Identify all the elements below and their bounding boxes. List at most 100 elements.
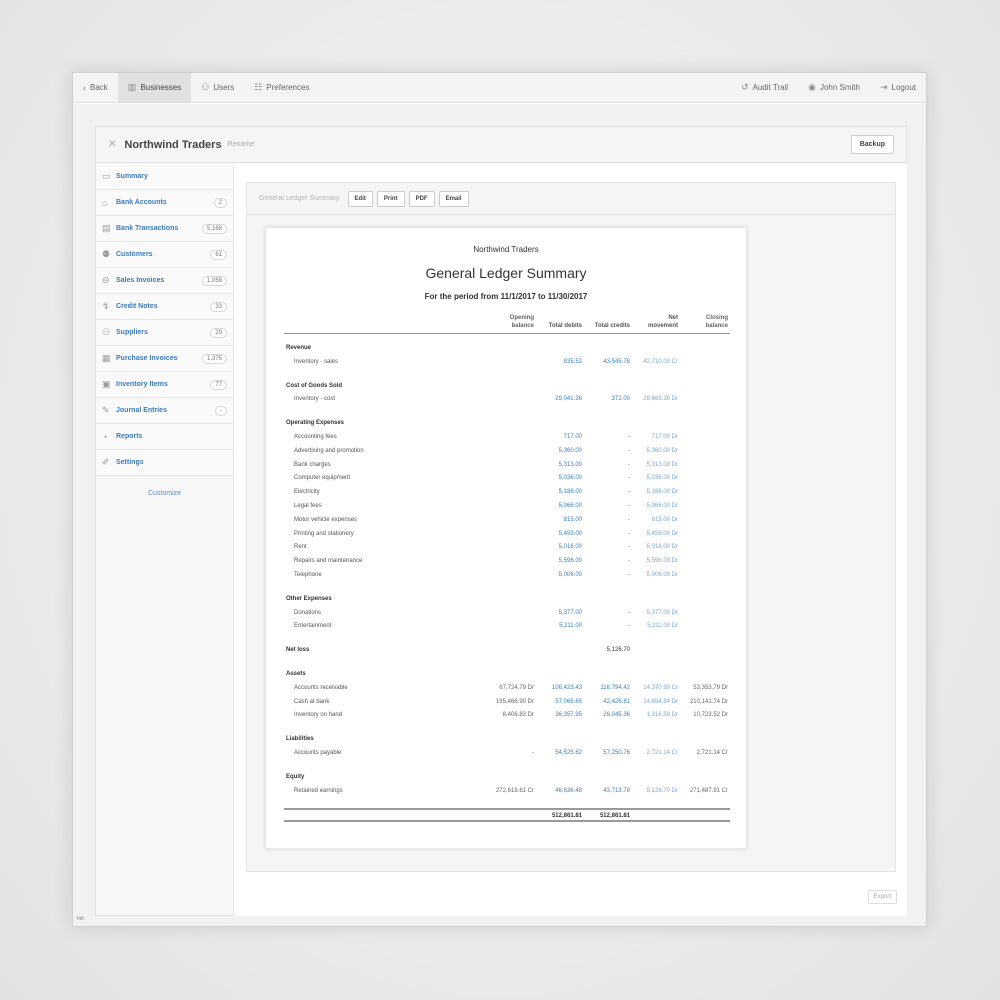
cell-credits[interactable]: 372.00 [612,396,630,402]
sidebar-item-bank-accounts[interactable]: ⌂ Bank Accounts 2 [96,190,233,216]
cell-debits[interactable]: 835.52 [564,359,582,365]
row-label: Cost of Goods Sold [286,382,342,389]
nav-users[interactable]: ⚇ Users [191,73,244,102]
nav-businesses[interactable]: ▥ Businesses [117,73,192,102]
cell-net[interactable]: 14,370.99 Cr [643,685,678,691]
cell-debits[interactable]: 29,041.36 [555,396,582,402]
sidebar-item-inventory-items[interactable]: ▣ Inventory Items 77 [96,372,233,398]
sidebar-item-journal-entries[interactable]: ✎ Journal Entries - [96,398,233,424]
cell-net[interactable]: 5,211.00 Dr [647,623,678,629]
table-row: Retained earnings 272,618.61 Cr 46,636.48 4… [284,785,730,799]
cell-debits[interactable]: 815.00 [564,517,582,523]
cell-debits[interactable]: 5,006.00 [559,572,582,578]
report-container: General Ledger Summary Edit Print PDF Em… [246,182,896,872]
cell-debits[interactable]: 5,211.00 [559,623,582,629]
table-row: Computer equipment 5,036.00 - 5,036.00 Dr [284,472,730,486]
cell-credits: - [628,609,630,616]
cell-net[interactable]: 5,459.00 Dr [647,531,678,537]
cell-debits[interactable]: 36,357.95 [555,712,582,718]
count-badge: 29 [210,327,227,338]
rename-link[interactable]: Rename [228,141,254,148]
cell-credits[interactable]: 43,713.78 [603,788,630,794]
nav-preferences[interactable]: ☷ Preferences [244,73,319,102]
cell-credits[interactable]: 43,545.78 [603,359,630,365]
backup-button[interactable]: Backup [850,135,894,154]
row-spacer [284,723,730,733]
table-row: Cash at bank 195,466.90 Dr 57,065.65 42,426… [284,696,730,710]
cell-debits[interactable]: 106,423.43 [552,685,582,691]
close-icon[interactable]: ✕ [108,139,116,150]
cell-debits[interactable]: 5,459.00 [559,531,582,537]
cell-net[interactable]: 5,016.00 Dr [647,544,678,550]
cell-debits[interactable]: 717.00 [564,434,582,440]
cell-debits[interactable]: 5,066.00 [559,503,582,509]
cell-net[interactable]: 5,126.70 Dr [647,788,678,794]
cell-net[interactable]: 14,654.84 Dr [643,699,678,705]
cell-net[interactable]: 5,313.00 Dr [647,462,678,468]
cell-credits: - [628,544,630,551]
email-button[interactable]: Email [438,190,469,207]
cell-debits[interactable]: 5,360.00 [559,448,582,454]
nav-back[interactable]: ‹ Back [73,73,118,102]
cell-debits[interactable]: 54,525.62 [555,750,582,756]
report-org: Northwind Traders [473,245,539,254]
cell-net[interactable]: 2,721.14 Cr [647,750,678,756]
nav-user-label: John Smith [819,83,860,92]
col-debits: Total debits [548,323,582,329]
cell-net[interactable]: 5,360.00 Dr [647,448,678,454]
cell-debits[interactable]: 5,377.00 [559,610,582,616]
cell-credits[interactable]: 57,250.76 [603,750,630,756]
preferences-icon: ☷ [254,82,263,92]
cell-debits[interactable]: 5,186.00 [559,489,582,495]
cell-net[interactable]: 5,036.00 Dr [647,475,678,481]
cell-net[interactable]: 28,669.36 Dr [643,396,678,402]
nav-logout[interactable]: ⇥ Logout [870,73,926,102]
cell-closing: 2,721.14 Cr [696,749,728,756]
cell-credits[interactable]: 116,794.42 [600,685,630,691]
table-row: Legal fees 5,066.00 - 5,066.00 Dr [284,500,730,514]
cell-credits[interactable]: 26,045.36 [603,712,630,718]
cell-debits[interactable]: 5,313.00 [559,462,582,468]
cell-debits[interactable]: 5,596.00 [559,558,582,564]
cell-debits[interactable]: 46,636.48 [555,788,582,794]
row-label: Accounting fees [294,433,337,440]
sidebar-item-summary[interactable]: ▭ Summary [96,164,233,190]
cell-credits[interactable]: 42,426.81 [603,699,630,705]
cell-debits[interactable]: 57,065.65 [555,699,582,705]
cell-net[interactable]: 815.00 Dr [652,517,678,523]
table-row: Printing and stationery 5,459.00 - 5,459.00… [284,528,730,542]
print-button[interactable]: Print [376,190,405,207]
customize-link[interactable]: Customize [96,490,233,497]
history-icon: ↺ [740,82,749,92]
row-spacer [284,370,730,380]
nav-audit-trail[interactable]: ↺ Audit Trail [731,73,798,102]
cell-debits[interactable]: 5,036.00 [559,475,582,481]
cell-closing: 10,723.52 Dr [693,712,728,719]
sidebar-item-suppliers[interactable]: ⚇ Suppliers 29 [96,320,233,346]
export-button[interactable]: Export [867,890,897,904]
cell-credits: 512,861.81 [599,813,630,820]
sidebar-item-sales-invoices[interactable]: ⊖ Sales Invoices 1,058 [96,268,233,294]
cell-net[interactable]: 5,186.00 Dr [647,489,678,495]
cell-net[interactable]: 5,006.00 Dr [647,572,678,578]
row-label: Accounts payable [294,749,342,756]
main-area: General Ledger Summary Edit Print PDF Em… [233,164,907,916]
cell-net[interactable]: 1,316.59 Dr [647,712,678,718]
sidebar-item-purchase-invoices[interactable]: ▦ Purchase Invoices 1,375 [96,346,233,372]
nav-user[interactable]: ◉ John Smith [798,73,870,102]
cell-net[interactable]: 717.00 Dr [652,434,678,440]
cell-net[interactable]: 5,066.00 Dr [647,503,678,509]
cell-net[interactable]: 5,596.00 Dr [647,558,678,564]
sidebar-item-customers[interactable]: ⚉ Customers 61 [96,242,233,268]
cell-net[interactable]: 5,377.00 Dr [647,610,678,616]
cell-net[interactable]: 42,710.00 Cr [643,359,678,365]
sidebar-item-reports[interactable]: ◔ Reports [96,424,233,450]
edit-button[interactable]: Edit [347,190,373,207]
cell-closing: 271,487.91 Cr [689,787,728,794]
sidebar-item-credit-notes[interactable]: ↯ Credit Notes 33 [96,294,233,320]
businesses-icon: ▥ [127,82,137,92]
pdf-button[interactable]: PDF [408,190,435,207]
cell-debits[interactable]: 5,016.00 [559,544,582,550]
sidebar-item-bank-transactions[interactable]: ▤ Bank Transactions 5,168 [96,216,233,242]
sidebar-item-settings[interactable]: ✐ Settings [96,450,233,476]
